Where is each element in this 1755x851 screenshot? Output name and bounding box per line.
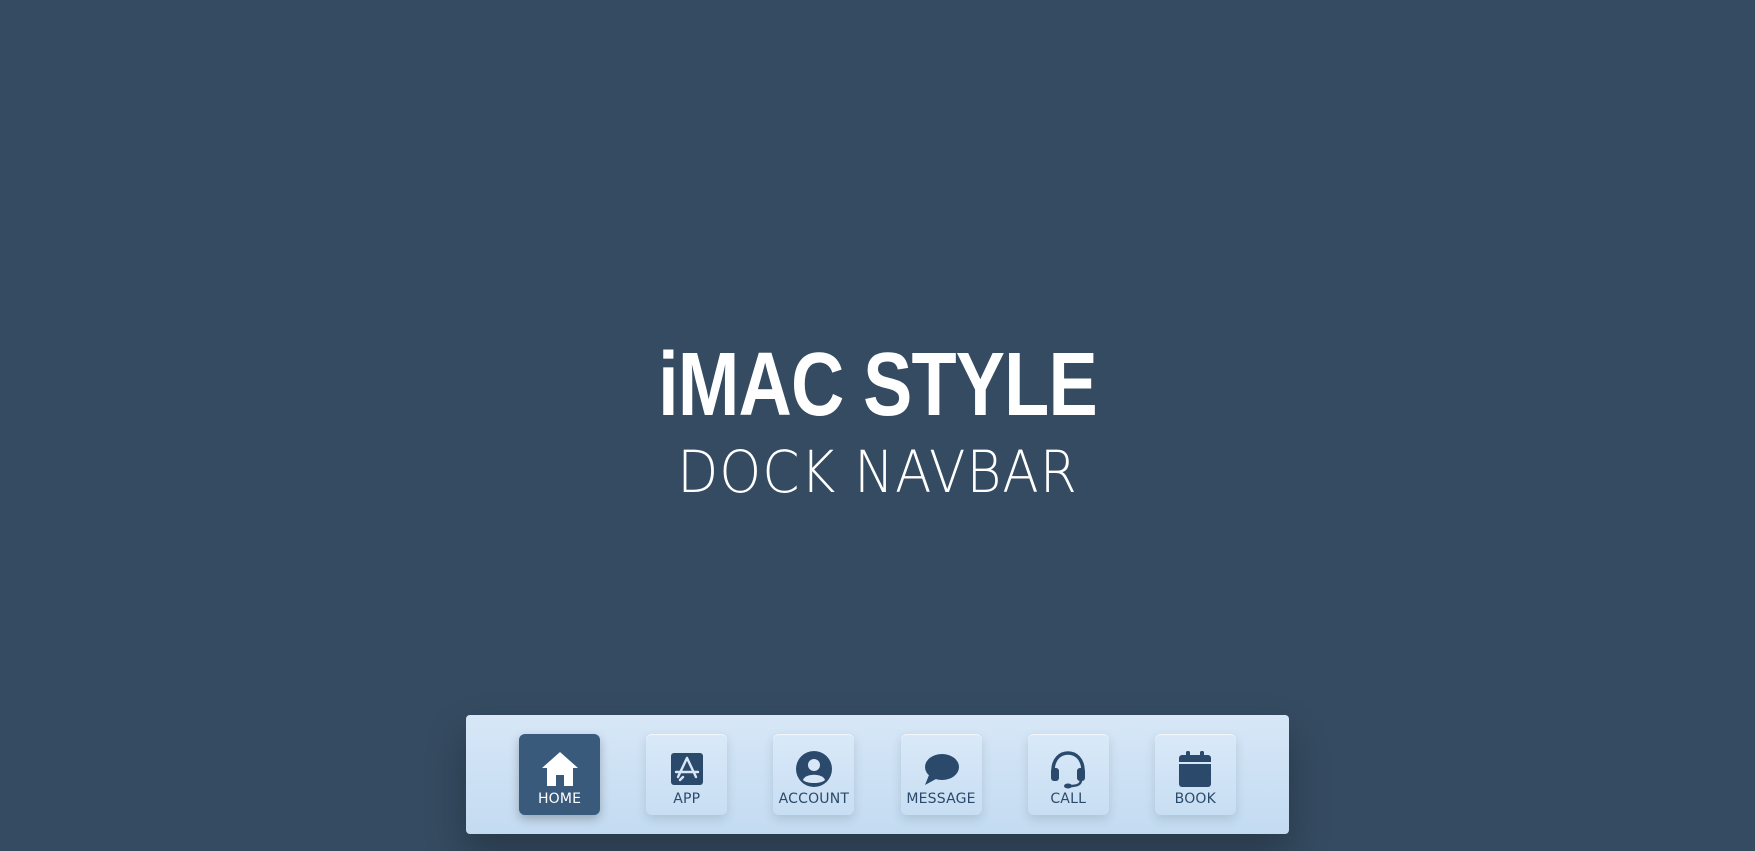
dock-item-app[interactable]: APP [646, 734, 728, 815]
dock-item-label: HOME [537, 790, 582, 807]
calendar-icon [1175, 749, 1215, 789]
dock-item-account[interactable]: ACCOUNT [773, 734, 855, 815]
home-icon [540, 749, 580, 789]
dock-item-label: MESSAGE [906, 790, 976, 807]
app-store-icon [667, 749, 707, 789]
dock-item-label: APP [673, 790, 701, 807]
headset-icon [1048, 749, 1088, 789]
dock-item-book[interactable]: BOOK [1154, 734, 1236, 815]
hero: iMAC STYLE DOCK NAVBAR [0, 335, 1755, 507]
dock-item-message[interactable]: MESSAGE [900, 734, 982, 815]
message-icon [921, 749, 961, 789]
dock-item-call[interactable]: CALL [1027, 734, 1109, 815]
dock-item-home[interactable]: HOME [519, 734, 601, 815]
dock-navbar: HOME APP ACCOUNT MESSAGE CALL BOOK [466, 715, 1289, 834]
page-subtitle: DOCK NAVBAR [677, 438, 1078, 506]
account-icon [794, 749, 834, 789]
page-title: iMAC STYLE [658, 335, 1098, 435]
dock-item-label: CALL [1050, 790, 1087, 807]
dock-item-label: ACCOUNT [778, 790, 850, 807]
dock-item-label: BOOK [1174, 790, 1217, 807]
